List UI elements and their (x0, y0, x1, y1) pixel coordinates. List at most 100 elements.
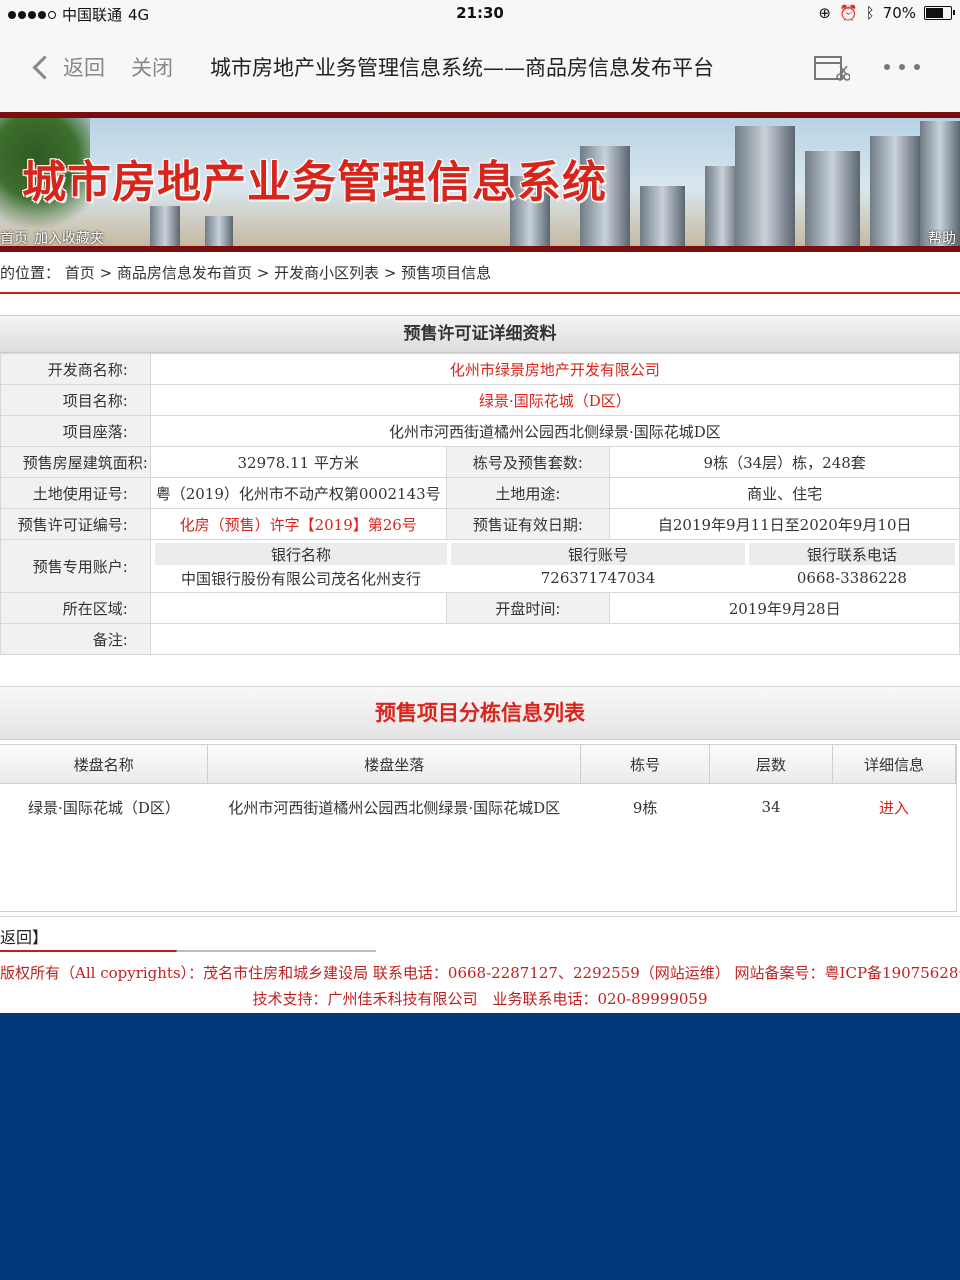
developer-row: 开发商名称: 化州市绿景房地产开发有限公司 (0, 353, 960, 385)
status-bar: 中国联通 4G 21:30 ⊕ ⏰ ᛒ 70% (0, 0, 960, 26)
permit-number-row: 预售许可证编号: 化房（预售）许字【2019】第26号 预售证有效日期: 自20… (0, 508, 960, 540)
account-header-row: 银行名称 银行账号 银行联系电话 (154, 543, 955, 565)
developer-label: 开发商名称: (0, 353, 151, 385)
remark-row: 备注: (0, 623, 960, 655)
banner-links: 首页 加入收藏夹 (0, 228, 110, 246)
bank-name-value: 中国银行股份有限公司茂名化州支行 (181, 569, 422, 588)
status-right: ⊕ ⏰ ᛒ 70% (818, 4, 955, 22)
units-label: 栋号及预售套数: (445, 446, 611, 478)
help-link[interactable]: 帮助 (928, 228, 956, 246)
return-link[interactable]: 返回】 (0, 924, 48, 948)
land-cert-value: 粤（2019）化州市不动产权第0002143号 (149, 477, 447, 509)
permit-number-label: 预售许可证编号: (0, 508, 151, 540)
back-button[interactable]: 返回 (32, 52, 105, 82)
validity-label: 预售证有效日期: (445, 508, 611, 540)
banner-building (150, 206, 180, 246)
land-use-value: 商业、住宅 (609, 477, 960, 509)
account-value-row: 中国银行股份有限公司茂名化州支行 726371747034 0668-33862… (155, 567, 955, 589)
more-options-icon[interactable] (884, 64, 920, 70)
footer: 版权所有（All copyrights）：茂名市住房和城乡建设局 联系电话：06… (0, 960, 960, 1012)
remark-label: 备注: (0, 623, 151, 655)
banner-building (870, 136, 920, 246)
col-project-name: 楼盘名称 (0, 745, 209, 784)
row-location: 化州市河西街道橘州公园西北侧绿景·国际花城D区 (228, 798, 561, 817)
remark-value (149, 623, 960, 655)
land-cert-label: 土地使用证号: (0, 477, 151, 509)
district-row: 所在区域: 开盘时间: 2019年9月28日 (0, 592, 960, 624)
rotation-lock-icon: ⊕ (818, 4, 831, 22)
col-building-number: 栋号 (580, 745, 711, 784)
enter-link[interactable]: 进入 (833, 784, 956, 831)
battery-icon (924, 6, 955, 20)
project-label: 项目名称: (0, 384, 151, 416)
area-row: 预售房屋建筑面积: 32978.11 平方米 栋号及预售套数: 9栋（34层）栋… (0, 446, 960, 478)
battery-percent: 70% (882, 4, 916, 22)
add-favorite-link[interactable]: 加入收藏夹 (34, 231, 104, 246)
opening-label: 开盘时间: (445, 592, 611, 624)
breadcrumb-separator: > (379, 264, 402, 282)
account-row: 预售专用账户: 银行名称 银行账号 银行联系电话 中国银行股份有限公司茂名化州支… (0, 539, 960, 593)
content-divider (0, 916, 960, 917)
row-building-number: 9栋 (632, 798, 658, 817)
col-floors: 层数 (709, 745, 834, 784)
breadcrumb-home[interactable]: 首页 (65, 264, 95, 282)
banner-bottom-border (0, 246, 960, 252)
col-detail: 详细信息 (832, 745, 956, 784)
area-value: 32978.11 平方米 (149, 446, 447, 478)
permit-details-table: 开发商名称: 化州市绿景房地产开发有限公司 项目名称: 绿景·国际花城（D区） … (0, 353, 960, 655)
banner-building (805, 151, 860, 246)
breadcrumb: 的位置： 首页 > 商品房信息发布首页 > 开发商小区列表 > 预售项目信息 (0, 262, 491, 283)
return-divider (0, 950, 376, 952)
bank-account-header: 银行账号 (451, 543, 745, 565)
breadcrumb-separator: > (94, 264, 117, 282)
building-list-box: 楼盘名称 楼盘坐落 栋号 层数 详细信息 绿景·国际花城（D区） 化州市河西街道… (0, 744, 957, 912)
battery-fill (926, 8, 943, 18)
breadcrumb-listing-home[interactable]: 商品房信息发布首页 (117, 264, 252, 282)
banner-building (205, 216, 233, 246)
banner-title: 城市房地产业务管理信息系统 (22, 157, 607, 208)
building-list-table: 楼盘名称 楼盘坐落 栋号 层数 详细信息 绿景·国际花城（D区） 化州市河西街道… (0, 745, 956, 830)
home-link[interactable]: 首页 (0, 231, 28, 246)
location-row: 项目座落: 化州市河西街道橘州公园西北侧绿景·国际花城D区 (0, 415, 960, 447)
screenshot-clip-icon[interactable] (814, 54, 850, 84)
close-button[interactable]: 关闭 (131, 52, 173, 82)
footer-copyright: 版权所有（All copyrights）：茂名市住房和城乡建设局 联系电话：06… (0, 964, 960, 982)
page-title: 城市房地产业务管理信息系统——商品房信息发布平台 (210, 56, 714, 80)
col-location: 楼盘坐落 (207, 745, 582, 784)
footer-support: 技术支持：广州佳禾科技有限公司 业务联系电话：020-89999059 (252, 990, 708, 1008)
bank-name-header: 银行名称 (154, 543, 448, 565)
row-floors: 34 (761, 798, 781, 816)
land-row: 土地使用证号: 粤（2019）化州市不动产权第0002143号 土地用途: 商业… (0, 477, 960, 509)
units-value: 9栋（34层）栋，248套 (609, 446, 960, 478)
district-label: 所在区域: (0, 592, 151, 624)
account-table: 银行名称 银行账号 银行联系电话 中国银行股份有限公司茂名化州支行 726371… (151, 541, 959, 591)
banner-building (735, 126, 795, 246)
bluetooth-icon: ᛒ (865, 4, 875, 22)
district-value (149, 592, 447, 624)
page-bottom-background (0, 1013, 960, 1280)
bank-phone-value: 0668-3386228 (796, 569, 907, 587)
back-label: 返回 (63, 56, 105, 80)
building-list-header: 楼盘名称 楼盘坐落 栋号 层数 详细信息 (0, 745, 956, 784)
validity-value: 自2019年9月11日至2020年9月10日 (609, 508, 960, 540)
breadcrumb-separator: > (251, 264, 275, 282)
permit-heading: 预售许可证详细资料 (0, 315, 960, 353)
project-row: 项目名称: 绿景·国际花城（D区） (0, 384, 960, 416)
location-value: 化州市河西街道橘州公园西北侧绿景·国际花城D区 (149, 415, 960, 447)
chevron-left-icon (32, 54, 57, 80)
land-use-label: 土地用途: (445, 477, 611, 509)
area-label: 预售房屋建筑面积: (0, 446, 151, 478)
opening-value: 2019年9月28日 (609, 592, 960, 624)
breadcrumb-divider (0, 292, 960, 294)
permit-number-value: 化房（预售）许字【2019】第26号 (149, 508, 447, 540)
bank-account-value: 726371747034 (540, 569, 656, 587)
banner-building (640, 186, 685, 246)
clock: 21:30 (456, 4, 504, 22)
row-project-name: 绿景·国际花城（D区） (28, 798, 180, 817)
nav-bar: 返回 关闭 城市房地产业务管理信息系统——商品房信息发布平台 (0, 26, 960, 112)
breadcrumb-developer-list[interactable]: 开发商小区列表 (274, 264, 379, 282)
breadcrumb-prefix: 的位置： (0, 264, 61, 282)
alarm-icon: ⏰ (838, 4, 858, 22)
account-label: 预售专用账户: (0, 539, 151, 593)
account-cell: 银行名称 银行账号 银行联系电话 中国银行股份有限公司茂名化州支行 726371… (149, 539, 960, 593)
